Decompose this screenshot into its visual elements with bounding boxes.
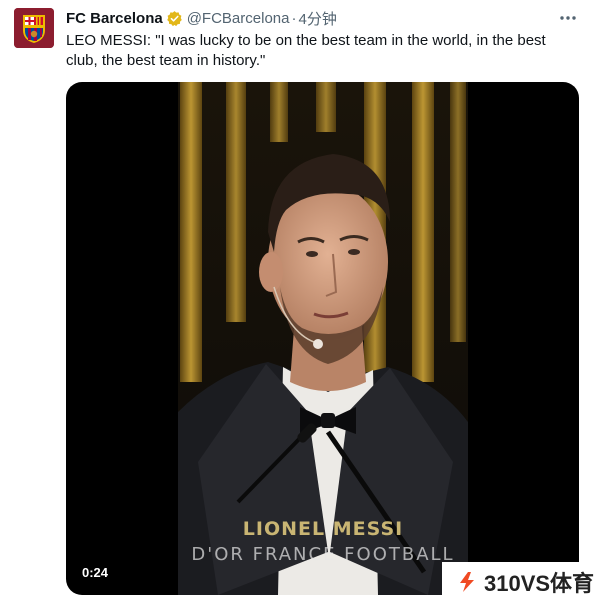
handle[interactable]: @FCBarcelona: [187, 10, 290, 27]
display-name[interactable]: FC Barcelona: [66, 10, 163, 27]
watermark-text: 310VS体育: [484, 570, 595, 596]
tweet-header: FC Barcelona @FCBarcelona · 4分钟: [66, 8, 337, 28]
tweet-card: FC Barcelona @FCBarcelona · 4分钟 LEO MESS…: [0, 0, 602, 601]
avatar[interactable]: [14, 8, 54, 48]
video-caption-name: LIONEL MESSI: [242, 518, 404, 540]
watermark: 310VS体育: [442, 562, 602, 601]
tweet-text: LEO MESSI: "I was lucky to be on the bes…: [66, 32, 546, 69]
310vs-logo-icon: [460, 571, 474, 592]
video-duration: 0:24: [78, 563, 113, 582]
video-caption-subtitle: D'OR FRANCE FOOTBALL: [191, 544, 455, 565]
fc-barcelona-crest-icon: [14, 8, 54, 48]
more-options-button[interactable]: [556, 8, 580, 28]
separator: ·: [291, 9, 297, 27]
verified-badge-icon: [166, 10, 182, 26]
video-player[interactable]: LIONEL MESSI D'OR FRANCE FOOTBALL 0:24: [66, 82, 579, 595]
more-options-icon: [560, 16, 576, 20]
video-frame: LIONEL MESSI D'OR FRANCE FOOTBALL: [178, 82, 468, 595]
timestamp[interactable]: 4分钟: [298, 8, 336, 29]
